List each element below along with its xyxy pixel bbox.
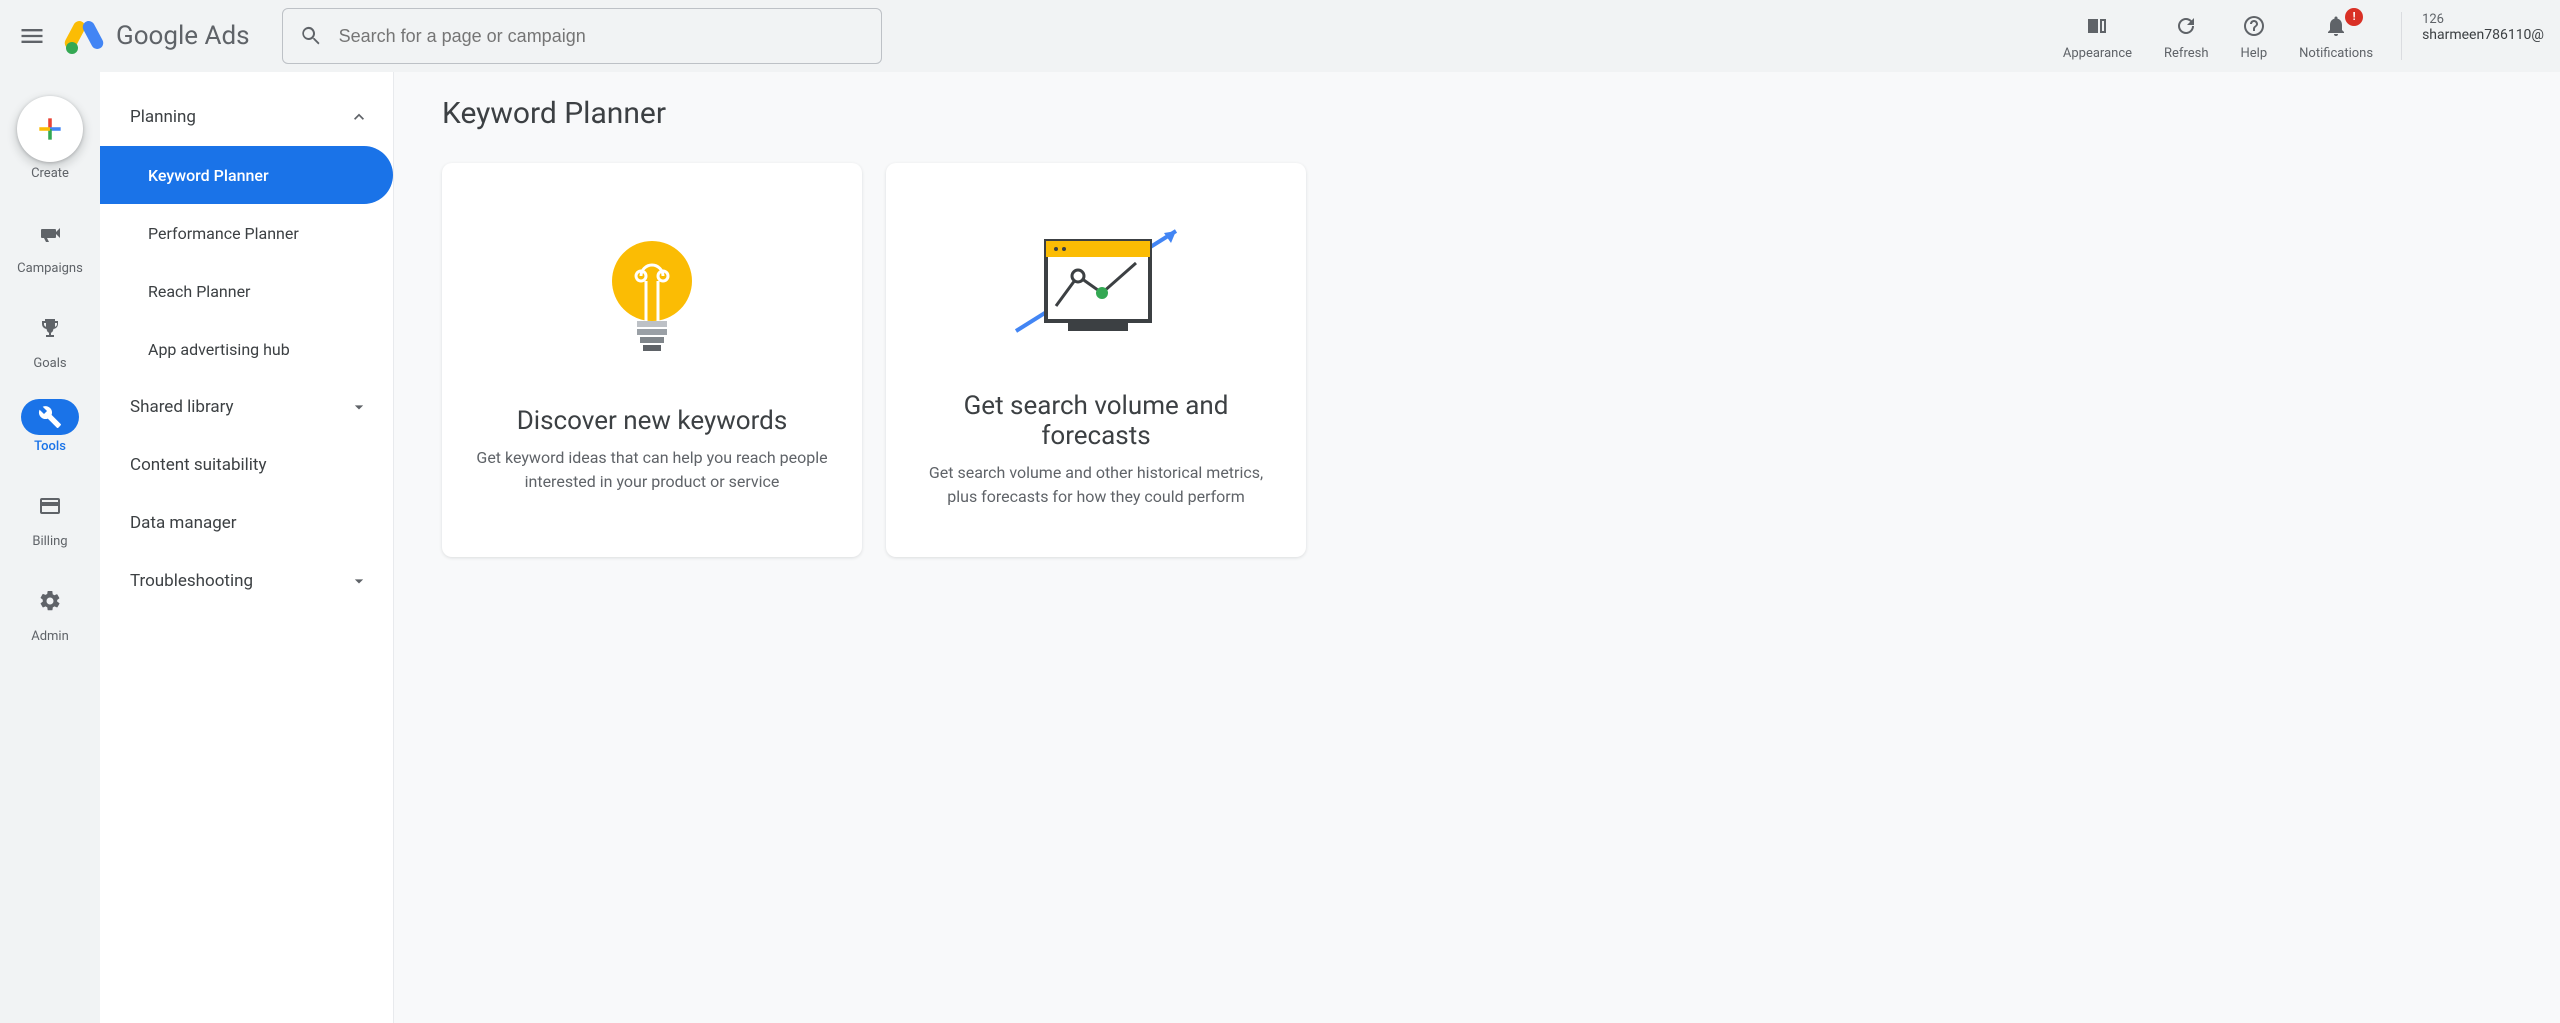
discover-keywords-card[interactable]: Discover new keywords Get keyword ideas … <box>442 163 862 557</box>
help-label: Help <box>2241 46 2268 61</box>
page-title: Keyword Planner <box>442 96 2512 131</box>
refresh-label: Refresh <box>2164 46 2208 61</box>
main-content: Keyword Planner <box>394 72 2560 1023</box>
refresh-button[interactable]: Refresh <box>2148 12 2224 61</box>
forecasts-card[interactable]: Get search volume and forecasts Get sear… <box>886 163 1306 557</box>
subnav-data-manager[interactable]: Data manager <box>100 494 393 552</box>
subnav-performance-planner[interactable]: Performance Planner <box>100 204 393 262</box>
chart-illustration <box>1006 211 1186 351</box>
reach-planner-label: Reach Planner <box>148 282 250 301</box>
tools-subnav: Planning Keyword Planner Performance Pla… <box>100 72 394 1023</box>
account-id: 126 <box>2422 12 2444 27</box>
plus-icon <box>34 113 66 145</box>
appearance-label: Appearance <box>2063 46 2132 61</box>
brand-logo[interactable]: Google Ads <box>64 16 250 56</box>
goals-label: Goals <box>33 356 66 371</box>
create-button[interactable]: Create <box>0 96 100 181</box>
create-label: Create <box>31 166 69 181</box>
search-box[interactable] <box>282 8 882 64</box>
discover-title: Discover new keywords <box>517 406 788 436</box>
campaigns-label: Campaigns <box>17 261 83 276</box>
discover-desc: Get keyword ideas that can help you reac… <box>474 446 830 494</box>
app-header: Google Ads Appearance Refresh Help ! Not… <box>0 0 2560 72</box>
notifications-label: Notifications <box>2299 46 2373 61</box>
notifications-button[interactable]: ! Notifications <box>2283 12 2389 61</box>
performance-planner-label: Performance Planner <box>148 224 299 243</box>
card-row: Discover new keywords Get keyword ideas … <box>442 163 2512 557</box>
hamburger-icon <box>18 22 46 50</box>
billing-label: Billing <box>32 534 67 549</box>
appearance-button[interactable]: Appearance <box>2047 12 2148 61</box>
appearance-icon <box>2085 14 2109 38</box>
notifications-badge: ! <box>2345 8 2363 26</box>
rail-goals[interactable]: Goals <box>0 304 100 371</box>
brand-text: Google Ads <box>116 21 250 51</box>
card-icon <box>38 494 62 518</box>
shared-library-label: Shared library <box>130 397 234 417</box>
subnav-content-suitability[interactable]: Content suitability <box>100 436 393 494</box>
app-hub-label: App advertising hub <box>148 340 290 359</box>
content-suitability-label: Content suitability <box>130 455 267 475</box>
tools-label: Tools <box>34 439 66 454</box>
subnav-troubleshooting[interactable]: Troubleshooting <box>100 552 393 610</box>
chevron-up-icon <box>349 107 369 127</box>
subnav-keyword-planner[interactable]: Keyword Planner <box>100 146 393 204</box>
lightbulb-illustration <box>607 226 697 366</box>
subnav-planning[interactable]: Planning <box>100 88 393 146</box>
gear-icon <box>38 589 62 613</box>
subnav-app-hub[interactable]: App advertising hub <box>100 320 393 378</box>
search-icon <box>299 24 323 48</box>
chevron-down-icon <box>349 397 369 417</box>
account-switcher[interactable]: 126 sharmeen786110@ <box>2414 12 2552 43</box>
left-rail: Create Campaigns Goals Tools Billing Adm… <box>0 72 100 1023</box>
header-actions: Appearance Refresh Help ! Notifications … <box>2047 12 2552 61</box>
keyword-planner-label: Keyword Planner <box>148 166 269 185</box>
divider <box>2401 12 2402 60</box>
google-ads-logo-icon <box>64 16 104 56</box>
refresh-icon <box>2174 14 2198 38</box>
wrench-icon <box>38 405 62 429</box>
rail-admin[interactable]: Admin <box>0 577 100 644</box>
rail-campaigns[interactable]: Campaigns <box>0 209 100 276</box>
help-icon <box>2242 14 2266 38</box>
data-manager-label: Data manager <box>130 513 237 533</box>
rail-billing[interactable]: Billing <box>0 482 100 549</box>
main-menu-button[interactable] <box>8 12 56 60</box>
chevron-down-icon <box>349 571 369 591</box>
troubleshooting-label: Troubleshooting <box>130 571 253 591</box>
planning-label: Planning <box>130 107 196 127</box>
forecasts-desc: Get search volume and other historical m… <box>918 461 1274 509</box>
rail-tools[interactable]: Tools <box>0 399 100 454</box>
megaphone-icon <box>38 221 62 245</box>
search-input[interactable] <box>339 26 865 47</box>
trophy-icon <box>38 316 62 340</box>
subnav-shared-library[interactable]: Shared library <box>100 378 393 436</box>
help-button[interactable]: Help <box>2225 12 2284 61</box>
admin-label: Admin <box>31 629 69 644</box>
subnav-reach-planner[interactable]: Reach Planner <box>100 262 393 320</box>
account-email: sharmeen786110@ <box>2422 27 2544 43</box>
forecasts-title: Get search volume and forecasts <box>918 391 1274 451</box>
